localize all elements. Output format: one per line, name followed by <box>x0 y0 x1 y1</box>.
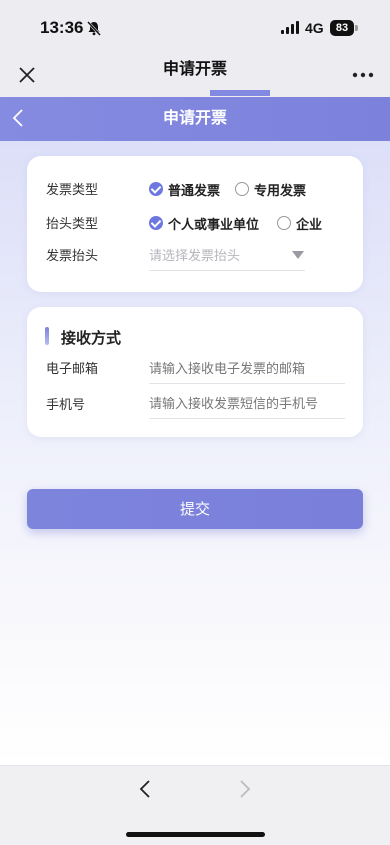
battery-level: 83 <box>330 20 354 36</box>
section-bar <box>45 327 49 345</box>
battery-icon: 83 <box>330 20 358 36</box>
radio-enterprise[interactable] <box>277 216 291 230</box>
special-invoice-label[interactable]: 专用发票 <box>254 180 306 199</box>
home-indicator[interactable] <box>126 832 265 837</box>
status-bar: 13:36 4G 83 <box>0 0 390 58</box>
email-placeholder: 请输入接收电子发票的邮箱 <box>149 362 306 377</box>
prev-icon[interactable] <box>138 779 152 799</box>
phone-label: 手机号 <box>46 398 86 413</box>
invoice-title-placeholder: 请选择发票抬头 <box>149 249 241 264</box>
battery-tip <box>355 25 358 31</box>
invoice-type-label: 发票类型 <box>46 183 99 198</box>
receive-card: 接收方式 电子邮箱 请输入接收电子发票的邮箱 手机号 请输入接收发票短信的手机号 <box>27 307 363 437</box>
radio-general-invoice[interactable] <box>149 182 163 196</box>
nav-accent <box>210 90 270 96</box>
general-invoice-label[interactable]: 普通发票 <box>168 180 220 199</box>
next-icon[interactable] <box>238 779 252 799</box>
status-time: 13:36 <box>40 18 84 37</box>
more-icon[interactable] <box>352 72 374 78</box>
bell-off-icon <box>87 21 101 36</box>
receive-title: 接收方式 <box>61 329 122 347</box>
radio-special-invoice[interactable] <box>235 182 249 196</box>
personal-label[interactable]: 个人或事业单位 <box>168 214 259 233</box>
browser-nav-bar: 申请开票 <box>0 58 390 98</box>
browser-title: 申请开票 <box>162 59 227 76</box>
dropdown-arrow-icon[interactable] <box>292 251 304 259</box>
title-type-label: 抬头类型 <box>46 217 99 232</box>
invoice-title-select[interactable]: 请选择发票抬头 <box>149 245 305 271</box>
email-label: 电子邮箱 <box>46 362 99 377</box>
page-title: 申请开票 <box>162 108 227 127</box>
browser-bottom-bar <box>0 765 390 845</box>
submit-button[interactable]: 提交 <box>27 489 363 529</box>
phone-field[interactable]: 请输入接收发票短信的手机号 <box>149 393 345 419</box>
radio-personal[interactable] <box>149 216 163 230</box>
enterprise-label[interactable]: 企业 <box>296 214 322 233</box>
network-label: 4G <box>305 20 324 36</box>
page-header: 申请开票 <box>0 97 390 141</box>
signal-icon <box>281 21 299 34</box>
content-area: 发票类型 普通发票 专用发票 抬头类型 个人或事业单位 企业 发票抬头 请选择发… <box>0 141 390 765</box>
phone-placeholder: 请输入接收发票短信的手机号 <box>149 397 319 412</box>
invoice-title-label: 发票抬头 <box>46 249 99 264</box>
email-field[interactable]: 请输入接收电子发票的邮箱 <box>149 358 345 384</box>
invoice-card: 发票类型 普通发票 专用发票 抬头类型 个人或事业单位 企业 发票抬头 请选择发… <box>27 156 363 292</box>
